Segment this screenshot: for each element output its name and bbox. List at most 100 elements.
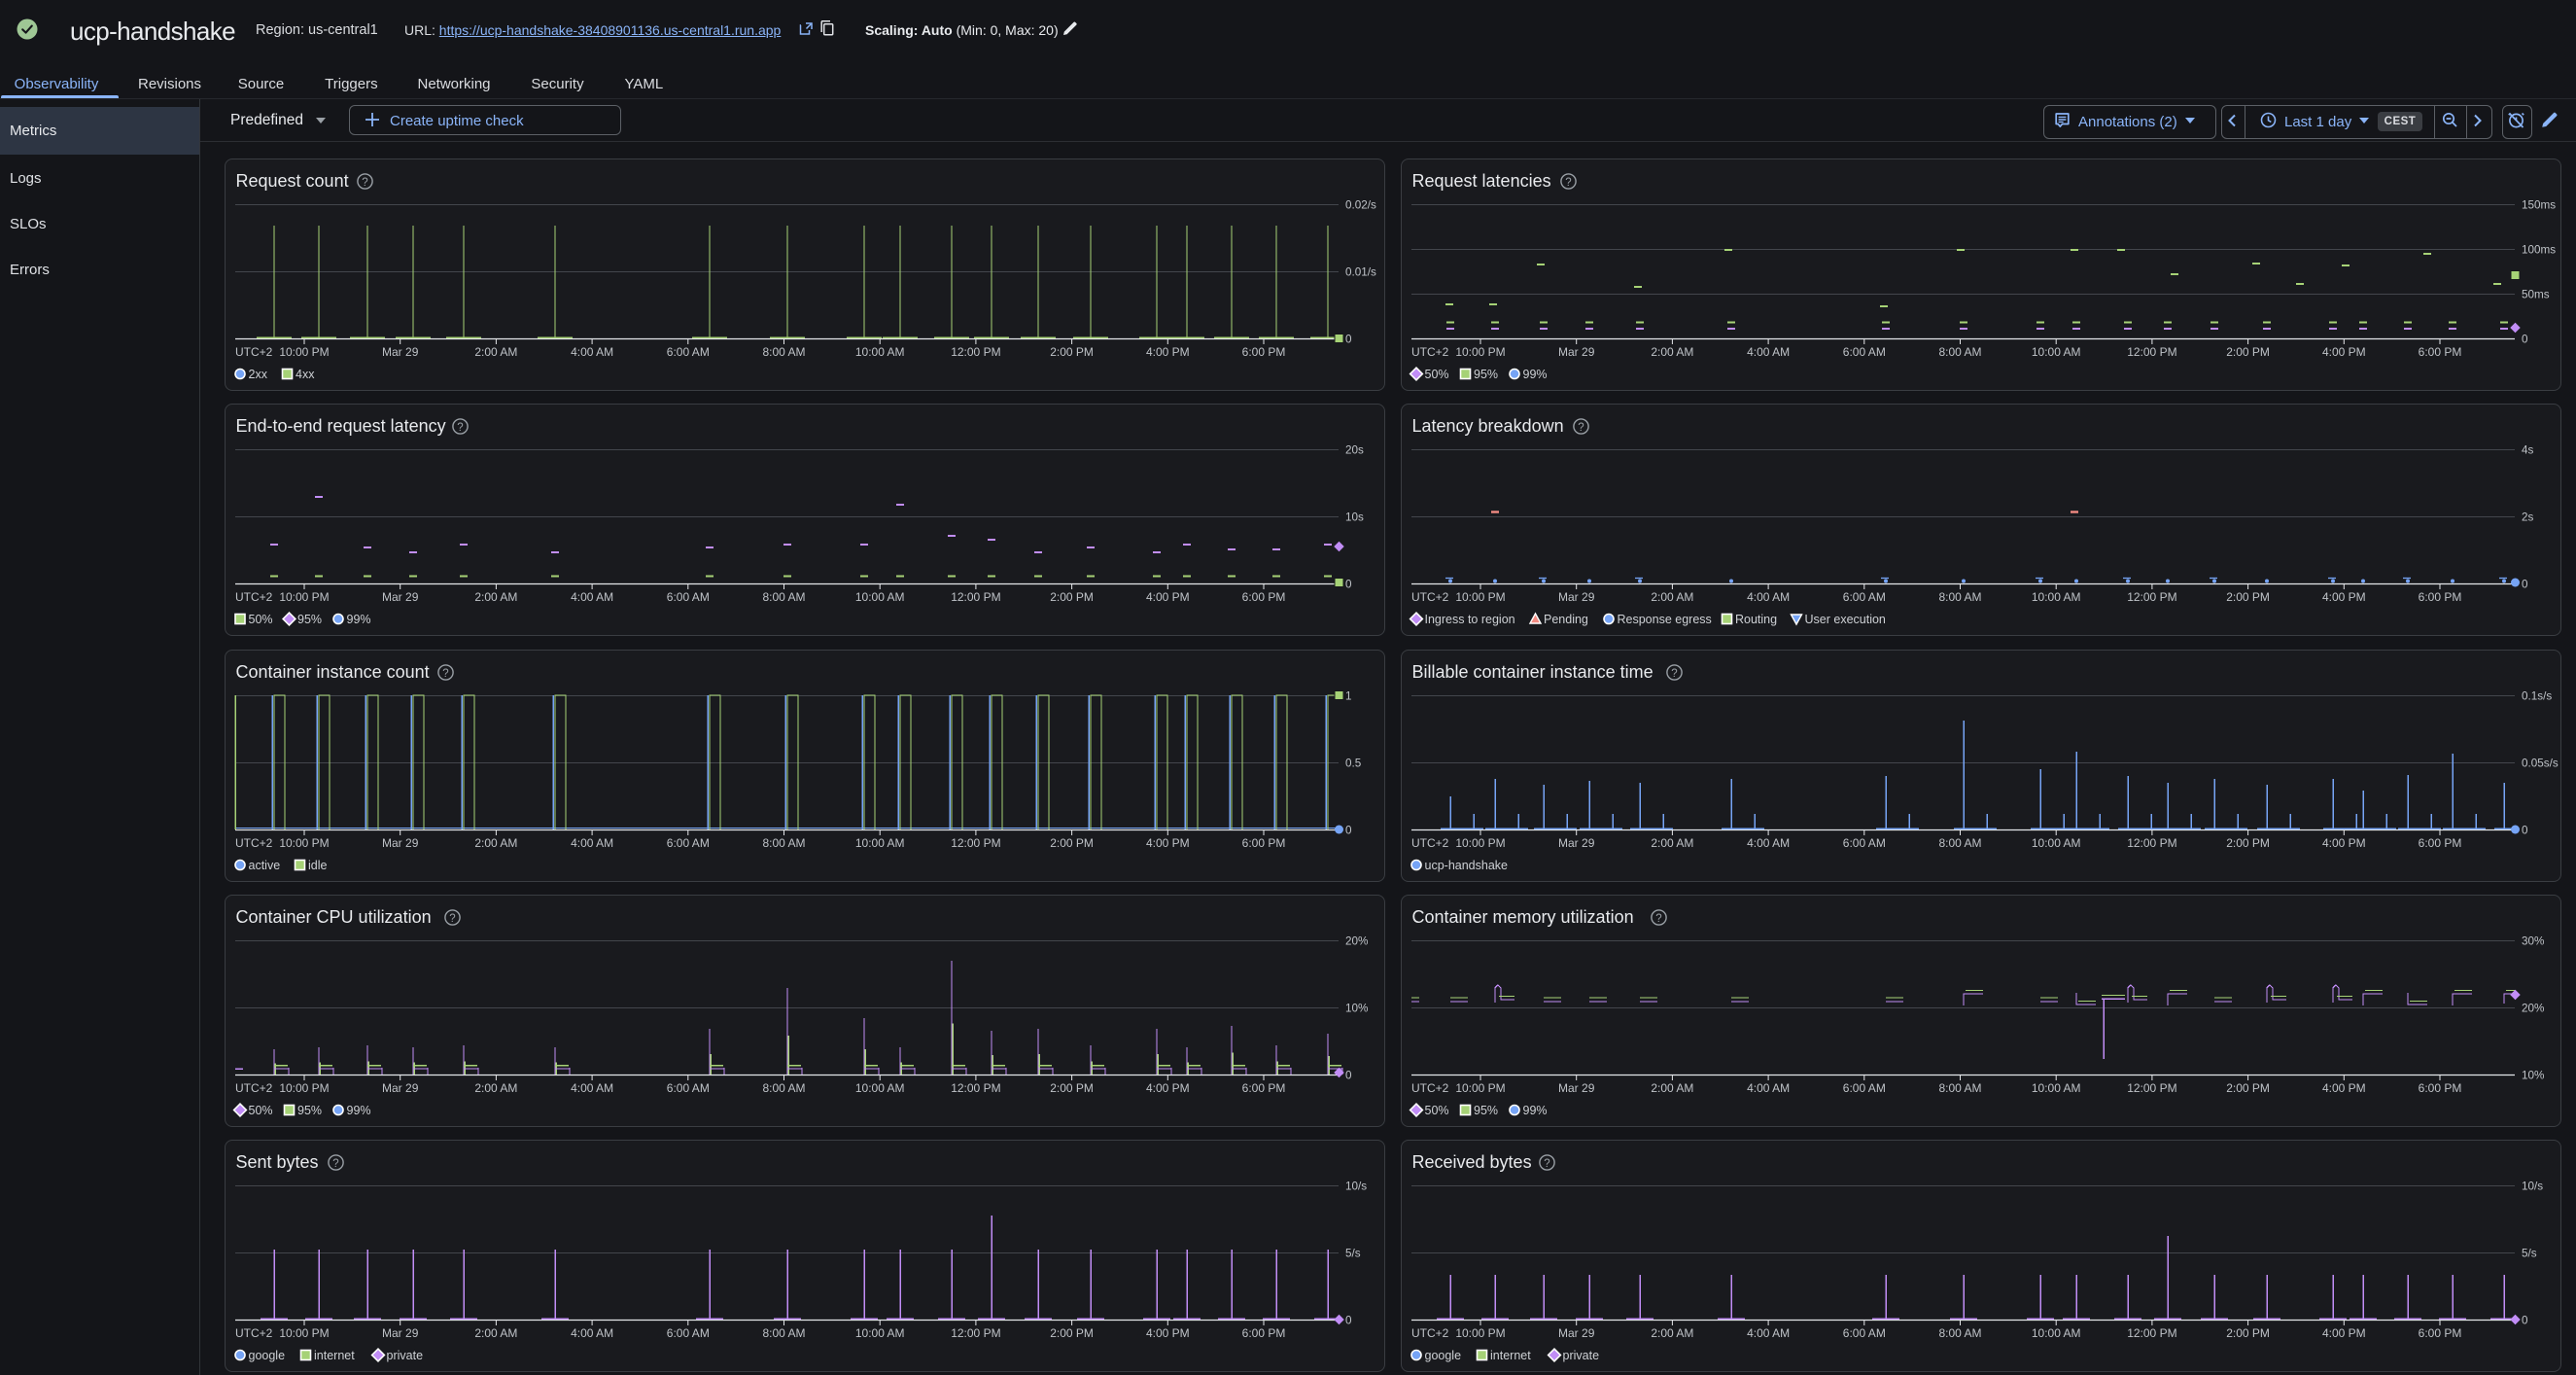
svg-text:4:00 AM: 4:00 AM: [571, 1326, 613, 1340]
svg-text:8:00 AM: 8:00 AM: [762, 1326, 805, 1340]
svg-text:30%: 30%: [2522, 935, 2544, 948]
svg-text:4:00 PM: 4:00 PM: [1146, 1326, 1190, 1340]
svg-text:private: private: [387, 1349, 424, 1362]
svg-text:95%: 95%: [297, 613, 322, 626]
svg-text:6:00 PM: 6:00 PM: [2419, 836, 2462, 850]
svg-text:8:00 AM: 8:00 AM: [762, 345, 805, 359]
svg-text:2:00 AM: 2:00 AM: [1651, 1326, 1693, 1340]
svg-text:95%: 95%: [297, 1104, 322, 1117]
svg-text:10/s: 10/s: [1345, 1181, 1367, 1193]
svg-text:6:00 PM: 6:00 PM: [2419, 590, 2462, 604]
svg-text:12:00 PM: 12:00 PM: [2127, 590, 2176, 604]
svg-text:10:00 AM: 10:00 AM: [855, 1081, 905, 1095]
svg-text:?: ?: [1671, 668, 1677, 680]
svg-text:google: google: [1425, 1349, 1462, 1362]
svg-text:6:00 AM: 6:00 AM: [667, 590, 710, 604]
svg-text:12:00 PM: 12:00 PM: [2127, 345, 2176, 359]
svg-text:12:00 PM: 12:00 PM: [951, 590, 1000, 604]
svg-text:12:00 PM: 12:00 PM: [2127, 836, 2176, 850]
svg-text:2:00 PM: 2:00 PM: [1050, 590, 1094, 604]
svg-text:active: active: [249, 859, 281, 872]
svg-text:12:00 PM: 12:00 PM: [2127, 1326, 2176, 1340]
svg-text:2:00 AM: 2:00 AM: [474, 836, 517, 850]
svg-text:6:00 AM: 6:00 AM: [1843, 836, 1886, 850]
svg-text:internet: internet: [1490, 1349, 1531, 1362]
svg-text:0.1s/s: 0.1s/s: [2522, 690, 2552, 703]
svg-text:10:00 AM: 10:00 AM: [2032, 1326, 2081, 1340]
svg-text:0: 0: [1345, 1315, 1352, 1327]
svg-text:6:00 PM: 6:00 PM: [1242, 836, 1286, 850]
svg-text:2:00 AM: 2:00 AM: [1651, 345, 1693, 359]
svg-text:95%: 95%: [1474, 1104, 1498, 1117]
svg-text:End-to-end request latency: End-to-end request latency: [236, 416, 446, 436]
svg-text:10:00 PM: 10:00 PM: [279, 1081, 329, 1095]
svg-text:10:00 AM: 10:00 AM: [2032, 345, 2081, 359]
svg-text:internet: internet: [314, 1349, 355, 1362]
svg-text:20%: 20%: [1345, 935, 1368, 948]
svg-text:ucp-handshake: ucp-handshake: [1425, 859, 1509, 872]
svg-text:?: ?: [1655, 913, 1661, 925]
svg-text:2:00 AM: 2:00 AM: [1651, 836, 1693, 850]
svg-text:99%: 99%: [1523, 368, 1548, 381]
svg-text:?: ?: [457, 422, 463, 434]
svg-text:50%: 50%: [1425, 1104, 1449, 1117]
svg-text:12:00 PM: 12:00 PM: [2127, 1081, 2176, 1095]
svg-text:UTC+2: UTC+2: [235, 1081, 273, 1095]
svg-text:0: 0: [1345, 334, 1352, 346]
svg-text:Mar 29: Mar 29: [1558, 836, 1595, 850]
svg-text:UTC+2: UTC+2: [235, 836, 273, 850]
svg-text:20%: 20%: [2522, 1003, 2544, 1015]
svg-text:8:00 AM: 8:00 AM: [1938, 1081, 1981, 1095]
svg-text:Mar 29: Mar 29: [1558, 1326, 1595, 1340]
svg-text:5/s: 5/s: [1345, 1248, 1361, 1260]
svg-text:8:00 AM: 8:00 AM: [1938, 345, 1981, 359]
svg-text:10:00 PM: 10:00 PM: [279, 590, 329, 604]
svg-text:10:00 PM: 10:00 PM: [1455, 1081, 1505, 1095]
svg-text:UTC+2: UTC+2: [1411, 836, 1449, 850]
svg-text:2xx: 2xx: [249, 368, 268, 381]
svg-text:UTC+2: UTC+2: [1411, 1326, 1449, 1340]
svg-text:10/s: 10/s: [2522, 1181, 2543, 1193]
svg-text:4:00 PM: 4:00 PM: [2322, 1081, 2366, 1095]
svg-text:8:00 AM: 8:00 AM: [762, 590, 805, 604]
svg-text:Container instance count: Container instance count: [236, 662, 430, 682]
svg-text:99%: 99%: [347, 1104, 371, 1117]
svg-text:6:00 AM: 6:00 AM: [1843, 345, 1886, 359]
svg-text:2:00 AM: 2:00 AM: [474, 1081, 517, 1095]
svg-text:2:00 AM: 2:00 AM: [474, 590, 517, 604]
svg-text:Pending: Pending: [1544, 613, 1588, 626]
svg-text:4:00 PM: 4:00 PM: [1146, 836, 1190, 850]
svg-text:Received bytes: Received bytes: [1412, 1152, 1532, 1172]
svg-text:0.02/s: 0.02/s: [1345, 199, 1376, 212]
svg-text:0: 0: [2522, 334, 2528, 346]
svg-text:10:00 AM: 10:00 AM: [855, 1326, 905, 1340]
svg-text:6:00 PM: 6:00 PM: [2419, 1081, 2462, 1095]
svg-text:6:00 PM: 6:00 PM: [1242, 1326, 1286, 1340]
svg-text:?: ?: [332, 1158, 338, 1170]
svg-text:4:00 AM: 4:00 AM: [571, 1081, 613, 1095]
svg-text:0: 0: [1345, 825, 1352, 837]
svg-text:6:00 AM: 6:00 AM: [667, 1326, 710, 1340]
svg-text:0.5: 0.5: [1345, 758, 1362, 770]
svg-text:4:00 PM: 4:00 PM: [1146, 1081, 1190, 1095]
svg-text:6:00 AM: 6:00 AM: [667, 836, 710, 850]
svg-text:UTC+2: UTC+2: [1411, 1081, 1449, 1095]
svg-text:8:00 AM: 8:00 AM: [1938, 836, 1981, 850]
svg-text:2s: 2s: [2522, 511, 2534, 524]
svg-text:50ms: 50ms: [2522, 289, 2550, 301]
svg-text:8:00 AM: 8:00 AM: [1938, 1326, 1981, 1340]
svg-text:2:00 PM: 2:00 PM: [2226, 345, 2270, 359]
svg-text:private: private: [1563, 1349, 1600, 1362]
svg-text:95%: 95%: [1474, 368, 1498, 381]
svg-text:4:00 AM: 4:00 AM: [1747, 345, 1790, 359]
svg-text:8:00 AM: 8:00 AM: [762, 1081, 805, 1095]
svg-text:4:00 PM: 4:00 PM: [2322, 836, 2366, 850]
svg-text:4:00 AM: 4:00 AM: [1747, 590, 1790, 604]
svg-text:Mar 29: Mar 29: [382, 1081, 419, 1095]
svg-text:4:00 AM: 4:00 AM: [571, 836, 613, 850]
svg-text:2:00 AM: 2:00 AM: [474, 1326, 517, 1340]
svg-text:Mar 29: Mar 29: [1558, 1081, 1595, 1095]
svg-text:0.05s/s: 0.05s/s: [2522, 758, 2559, 770]
svg-text:4s: 4s: [2522, 444, 2534, 457]
svg-text:2:00 PM: 2:00 PM: [1050, 836, 1094, 850]
